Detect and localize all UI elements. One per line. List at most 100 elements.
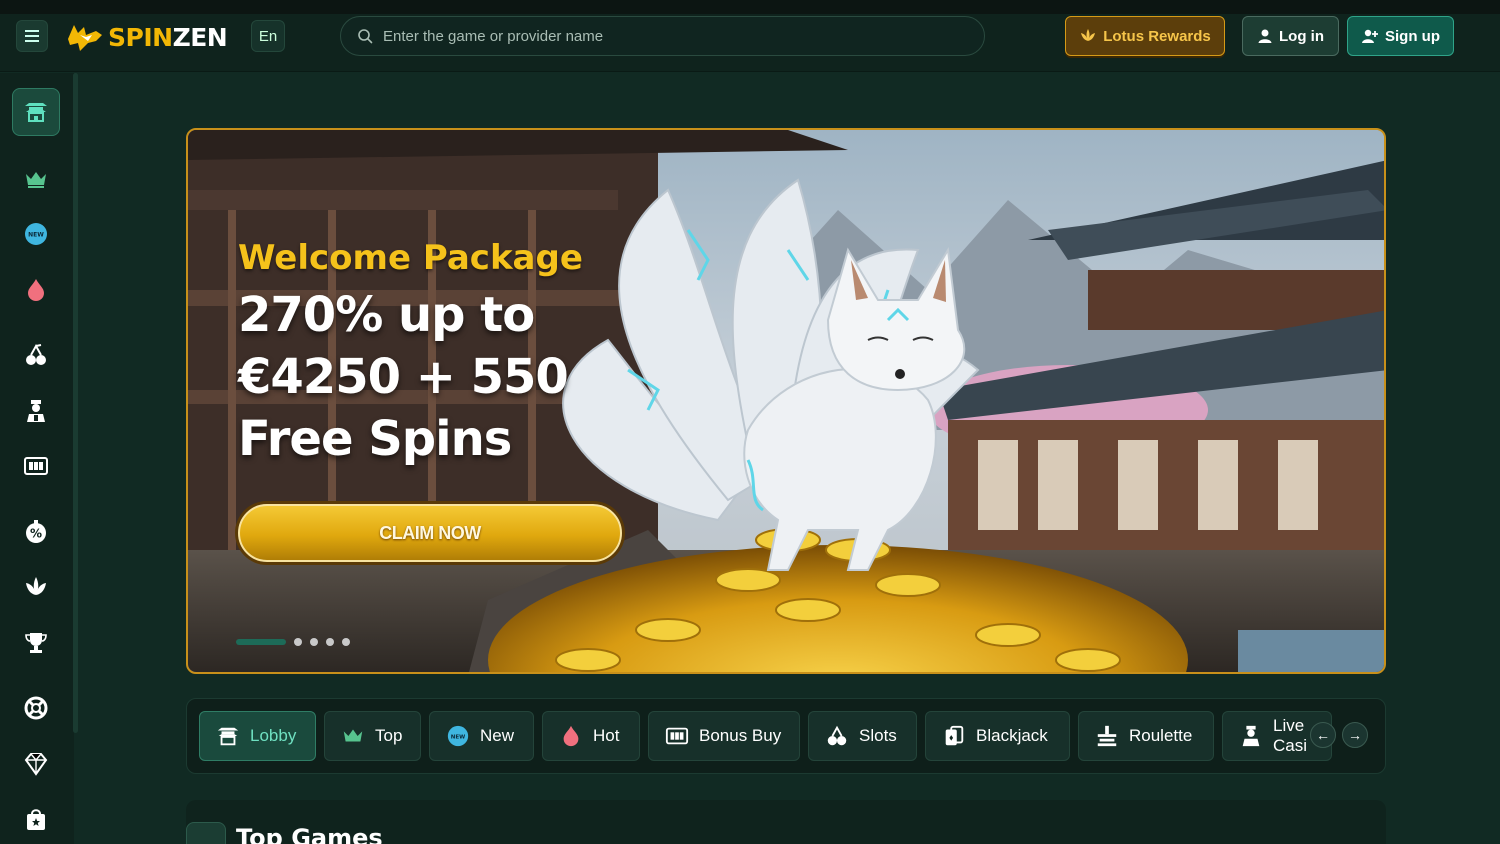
dealer-icon (1242, 725, 1260, 747)
svg-text:NEW: NEW (451, 734, 465, 740)
offer-line-1: 270% up to (238, 287, 535, 343)
dealer-icon (27, 400, 45, 422)
site-logo[interactable]: SPINZEN (66, 20, 228, 54)
logo-wordmark: SPINZEN (108, 22, 228, 52)
tab-label: Hot (593, 726, 620, 745)
cards-icon (945, 725, 964, 746)
category-bar: Lobby Top NEW New Hot Bonus Buy Slots Bl… (186, 698, 1386, 774)
carousel-dot[interactable] (294, 638, 302, 646)
offer-line-3: Free Spins (238, 411, 512, 467)
banner-title: Welcome Package (238, 238, 583, 278)
signup-label: Sign up (1385, 27, 1440, 45)
bonus-buy-icon (24, 457, 48, 475)
offer-line-2: €4250 + 550 (238, 349, 569, 405)
crown-icon (343, 729, 363, 742)
pagoda-icon (25, 103, 47, 122)
top-header: SPINZEN En Lotus Rewards Log in Sign up (0, 0, 1500, 72)
tab-bonus-buy[interactable]: Bonus Buy (648, 711, 800, 761)
login-button[interactable]: Log in (1242, 16, 1339, 56)
sidebar-item-shop[interactable] (12, 795, 60, 843)
menu-button[interactable] (16, 20, 48, 52)
roulette-icon (1097, 725, 1117, 747)
lotus-rewards-label: Lotus Rewards (1103, 27, 1211, 45)
sidebar-item-bonus-buy[interactable] (12, 442, 60, 490)
crown-icon (26, 172, 46, 188)
svg-text:%: % (30, 527, 42, 541)
tab-label: Slots (859, 726, 897, 745)
carousel-dot[interactable] (310, 638, 318, 646)
logo-zen: ZEN (172, 22, 228, 52)
arrow-left-icon: ← (1316, 727, 1330, 743)
language-selector[interactable]: En (251, 20, 285, 52)
lotus-icon (26, 577, 46, 595)
tab-label: Lobby (250, 726, 297, 745)
category-scroll-controls: ← → (1310, 722, 1370, 748)
arrow-right-icon: → (1348, 727, 1362, 743)
sidebar-item-support[interactable] (12, 684, 60, 732)
sidebar-item-top[interactable] (12, 155, 60, 203)
search-icon (358, 29, 373, 44)
login-label: Log in (1279, 27, 1324, 45)
pagoda-icon (217, 727, 239, 746)
signup-button[interactable]: Sign up (1347, 16, 1454, 56)
tab-blackjack[interactable]: Blackjack (925, 711, 1070, 761)
search-bar[interactable] (340, 16, 985, 56)
tab-new[interactable]: NEW New (429, 711, 534, 761)
new-badge-icon: NEW (447, 725, 469, 747)
logo-spin: SPIN (108, 22, 173, 52)
tab-label: New (480, 726, 515, 745)
scroll-right-button[interactable]: → (1342, 722, 1368, 748)
svg-text:NEW: NEW (28, 232, 44, 239)
tab-label: Top (375, 726, 403, 745)
top-games-section: Top Games (186, 800, 1386, 844)
lifebuoy-icon (24, 696, 48, 720)
cherries-icon (827, 725, 847, 746)
diamond-icon (24, 753, 48, 776)
shop-bag-icon (27, 809, 45, 830)
sidebar-item-promotions[interactable]: % (12, 508, 60, 556)
sidebar-item-lotus[interactable] (12, 563, 60, 611)
bonus-buy-icon (665, 727, 689, 745)
cherries-icon (26, 343, 46, 365)
tab-hot[interactable]: Hot (542, 711, 640, 761)
sidebar-item-lobby[interactable] (12, 88, 60, 136)
carousel-dot[interactable] (342, 638, 350, 646)
hero-banner[interactable]: Welcome Package 270% up to €4250 + 550 F… (186, 128, 1386, 674)
user-plus-icon (1362, 29, 1378, 43)
crown-icon (186, 822, 226, 844)
sidebar-item-vip[interactable] (12, 740, 60, 788)
tab-label: Live Casi (1273, 716, 1308, 755)
tab-slots[interactable]: Slots (808, 711, 917, 761)
lotus-rewards-button[interactable]: Lotus Rewards (1065, 16, 1225, 56)
carousel-dots (236, 638, 350, 646)
flame-icon (28, 279, 44, 301)
sidebar-item-slots[interactable] (12, 331, 60, 379)
banner-offer: 270% up to €4250 + 550 Free Spins (238, 284, 598, 470)
tab-label: Bonus Buy (699, 726, 782, 745)
carousel-dot[interactable] (326, 638, 334, 646)
tab-top[interactable]: Top (324, 711, 421, 761)
user-icon (1258, 29, 1272, 43)
fox-logo-icon (68, 25, 102, 51)
tab-roulette[interactable]: Roulette (1078, 711, 1214, 761)
sidebar: NEW % (0, 73, 74, 844)
claim-now-button[interactable]: CLAIM NOW (238, 504, 622, 562)
sidebar-item-live-casino[interactable] (12, 387, 60, 435)
flame-icon (563, 725, 579, 747)
tab-label: Roulette (1129, 726, 1193, 745)
carousel-dot-active[interactable] (236, 639, 286, 645)
scroll-left-button[interactable]: ← (1310, 722, 1336, 748)
sidebar-item-new[interactable]: NEW (12, 210, 60, 258)
banner-copy: Welcome Package 270% up to €4250 + 550 F… (238, 238, 598, 470)
section-title: Top Games (236, 824, 383, 844)
hamburger-icon (25, 29, 39, 44)
sidebar-item-tournaments[interactable] (12, 619, 60, 667)
new-badge-icon: NEW (25, 223, 47, 245)
tab-lobby[interactable]: Lobby (199, 711, 316, 761)
percent-icon: % (26, 520, 46, 543)
sidebar-scrollbar[interactable] (73, 73, 78, 733)
search-input[interactable] (383, 27, 943, 45)
trophy-icon (25, 633, 47, 653)
sidebar-item-hot[interactable] (12, 266, 60, 314)
lotus-icon (1081, 29, 1096, 41)
